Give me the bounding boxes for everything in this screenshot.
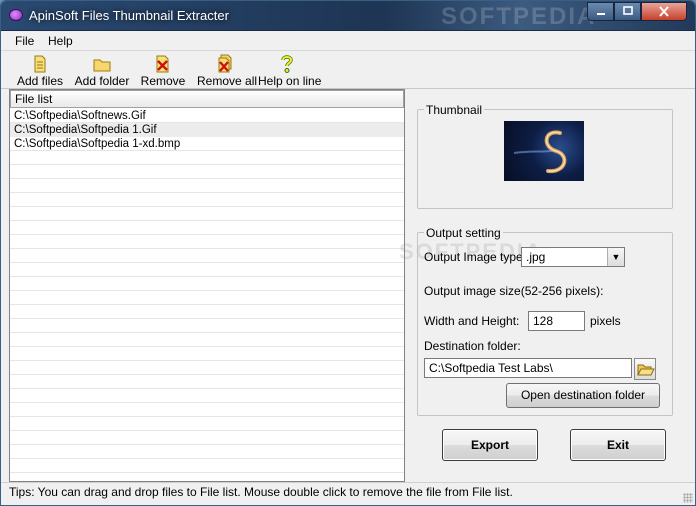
remove-button[interactable]: Remove bbox=[140, 52, 186, 89]
destination-folder-input[interactable]: C:\Softpedia Test Labs\ bbox=[424, 358, 632, 378]
list-item[interactable]: C:\Softpedia\Softpedia 1.Gif bbox=[10, 123, 404, 137]
output-setting-group: Output setting Output Image type: .jpg ▼… bbox=[417, 226, 673, 416]
list-item[interactable]: C:\Softpedia\Softnews.Gif bbox=[10, 109, 404, 123]
menu-help[interactable]: Help bbox=[48, 34, 73, 48]
add-files-button[interactable]: Add files bbox=[15, 52, 65, 89]
file-list-rows[interactable]: C:\Softpedia\Softnews.Gif C:\Softpedia\S… bbox=[10, 109, 404, 481]
thumbnail-preview-image bbox=[504, 121, 584, 181]
browse-folder-button[interactable] bbox=[634, 358, 656, 380]
status-bar: Tips: You can drag and drop files to Fil… bbox=[1, 482, 695, 505]
window-title: ApinSoft Files Thumbnail Extracter bbox=[29, 8, 229, 23]
pixels-label: pixels bbox=[590, 314, 621, 328]
exit-button[interactable]: Exit bbox=[570, 429, 666, 461]
chevron-down-icon[interactable]: ▼ bbox=[607, 248, 624, 266]
remove-file-icon bbox=[156, 55, 169, 73]
thumbnail-group: Thumbnail bbox=[417, 103, 673, 209]
file-list[interactable]: File list C:\Softpedia\Softnews.Gif C:\S… bbox=[9, 89, 405, 482]
status-tip-text: Tips: You can drag and drop files to Fil… bbox=[9, 485, 513, 499]
width-height-input[interactable]: 128 bbox=[528, 311, 585, 331]
close-button[interactable] bbox=[641, 2, 687, 21]
image-type-select[interactable]: .jpg ▼ bbox=[521, 247, 625, 267]
width-height-label: Width and Height: bbox=[424, 314, 520, 328]
maximize-button[interactable] bbox=[614, 2, 641, 21]
close-icon bbox=[659, 6, 669, 17]
remove-all-icon bbox=[218, 54, 232, 73]
help-online-button[interactable]: Help on line bbox=[258, 52, 321, 89]
minimize-icon bbox=[596, 13, 605, 15]
minimize-button[interactable] bbox=[587, 2, 614, 21]
title-bar[interactable]: ApinSoft Files Thumbnail Extracter SOFTP… bbox=[1, 1, 695, 31]
open-folder-icon bbox=[637, 364, 655, 376]
maximize-icon bbox=[622, 6, 633, 15]
watermark-text: SOFTPEDIA bbox=[441, 3, 597, 30]
output-group-title: Output setting bbox=[424, 226, 503, 240]
add-file-icon bbox=[34, 55, 46, 73]
open-destination-folder-button[interactable]: Open destination folder bbox=[506, 383, 660, 408]
image-type-value: .jpg bbox=[526, 250, 546, 264]
app-icon bbox=[9, 9, 23, 21]
toolbar: Add files Add folder Remove Remove all H… bbox=[1, 52, 695, 89]
export-button[interactable]: Export bbox=[442, 429, 538, 461]
remove-all-button[interactable]: Remove all bbox=[197, 52, 257, 89]
folder-icon bbox=[93, 59, 111, 72]
help-question-icon bbox=[281, 55, 293, 73]
thumbnail-group-title: Thumbnail bbox=[424, 103, 485, 117]
list-item[interactable]: C:\Softpedia\Softpedia 1-xd.bmp bbox=[10, 137, 404, 151]
menu-file[interactable]: File bbox=[15, 34, 34, 48]
resize-grip-icon[interactable] bbox=[683, 493, 693, 503]
add-folder-button[interactable]: Add folder bbox=[73, 52, 131, 89]
file-list-header[interactable]: File list bbox=[10, 90, 404, 108]
image-type-label: Output Image type: bbox=[424, 250, 527, 264]
app-window: ApinSoft Files Thumbnail Extracter SOFTP… bbox=[0, 0, 696, 506]
destination-folder-label: Destination folder: bbox=[424, 339, 521, 353]
menu-bar: File Help bbox=[1, 31, 695, 51]
image-size-label: Output image size(52-256 pixels): bbox=[424, 284, 604, 298]
preview-swirl-graphic bbox=[513, 130, 567, 174]
